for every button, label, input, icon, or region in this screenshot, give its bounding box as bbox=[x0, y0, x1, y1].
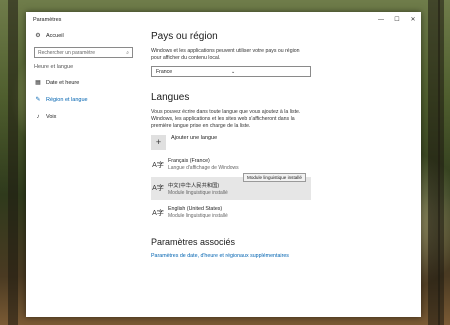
language-item-chinese[interactable]: A字 中文(中华人民共和国) Module linguistique insta… bbox=[151, 173, 311, 200]
window-title: Paramètres bbox=[33, 16, 62, 23]
language-name: 中文(中华人民共和国) bbox=[168, 183, 220, 189]
tooltip: Module linguistique installé bbox=[243, 173, 306, 182]
plus-icon: + bbox=[151, 134, 166, 150]
language-icon: A字 bbox=[152, 210, 164, 217]
language-status: Module linguistique installé bbox=[168, 213, 228, 219]
close-button[interactable]: ✕ bbox=[405, 12, 421, 27]
sidebar-item-date-time[interactable]: ▦ Date et heure bbox=[26, 74, 141, 91]
maximize-button[interactable]: ☐ bbox=[389, 12, 405, 27]
region-description: Windows et les applications peuvent util… bbox=[151, 48, 300, 61]
country-dropdown[interactable]: France ⌄ bbox=[151, 66, 311, 77]
region-language-icon: ✎ bbox=[35, 97, 41, 103]
sidebar: ⚙ Accueil Rechercher un paramètre ⌕ Heur… bbox=[26, 27, 141, 317]
sidebar-item-region-language[interactable]: ✎ Région et langue bbox=[26, 91, 141, 108]
sidebar-item-label: Accueil bbox=[46, 32, 64, 39]
related-settings-heading: Paramètres associés bbox=[151, 237, 236, 247]
language-status: Langue d'affichage de Windows bbox=[168, 165, 239, 171]
language-icon: A字 bbox=[152, 162, 164, 169]
language-name: Français (France) bbox=[168, 158, 210, 164]
languages-heading: Langues bbox=[151, 92, 190, 103]
search-icon[interactable]: ⌕ bbox=[126, 50, 129, 56]
sidebar-item-label: Voix bbox=[46, 113, 57, 120]
search-placeholder: Rechercher un paramètre bbox=[38, 49, 95, 56]
sidebar-item-label: Date et heure bbox=[46, 79, 80, 86]
languages-description: Vous pouvez écrire dans toute langue que… bbox=[151, 109, 301, 129]
title-bar: Paramètres — ☐ ✕ bbox=[26, 12, 421, 27]
section-label: Heure et langue bbox=[34, 64, 74, 70]
region-heading: Pays ou région bbox=[151, 31, 218, 42]
main-content: Pays ou région Windows et les applicatio… bbox=[151, 27, 413, 317]
language-name: English (United States) bbox=[168, 206, 223, 212]
language-item-french[interactable]: A字 Français (France) Langue d'affichage … bbox=[151, 154, 311, 175]
sidebar-item-home[interactable]: ⚙ Accueil bbox=[26, 27, 141, 44]
add-language-button[interactable]: + Ajouter une langue bbox=[151, 134, 413, 150]
additional-date-time-link[interactable]: Paramètres de date, d'heure et régionaux… bbox=[151, 253, 413, 259]
minimize-button[interactable]: — bbox=[373, 12, 389, 27]
add-language-label: Ajouter une langue bbox=[171, 135, 218, 141]
search-input[interactable]: Rechercher un paramètre ⌕ bbox=[34, 47, 133, 58]
language-item-english[interactable]: A字 English (United States) Module lingui… bbox=[151, 202, 311, 223]
sidebar-item-label: Région et langue bbox=[46, 96, 88, 103]
language-status: Module linguistique installé bbox=[168, 190, 228, 196]
chevron-down-icon: ⌄ bbox=[231, 68, 236, 75]
gear-icon: ⚙ bbox=[35, 33, 41, 39]
calendar-clock-icon: ▦ bbox=[35, 80, 41, 86]
language-icon: A字 bbox=[152, 185, 164, 192]
country-dropdown-value: France bbox=[156, 68, 173, 75]
microphone-icon: ♪ bbox=[36, 113, 40, 120]
settings-window: Paramètres — ☐ ✕ ⚙ Accueil Rechercher un… bbox=[26, 12, 421, 317]
sidebar-item-voice[interactable]: ♪ Voix bbox=[26, 108, 141, 125]
